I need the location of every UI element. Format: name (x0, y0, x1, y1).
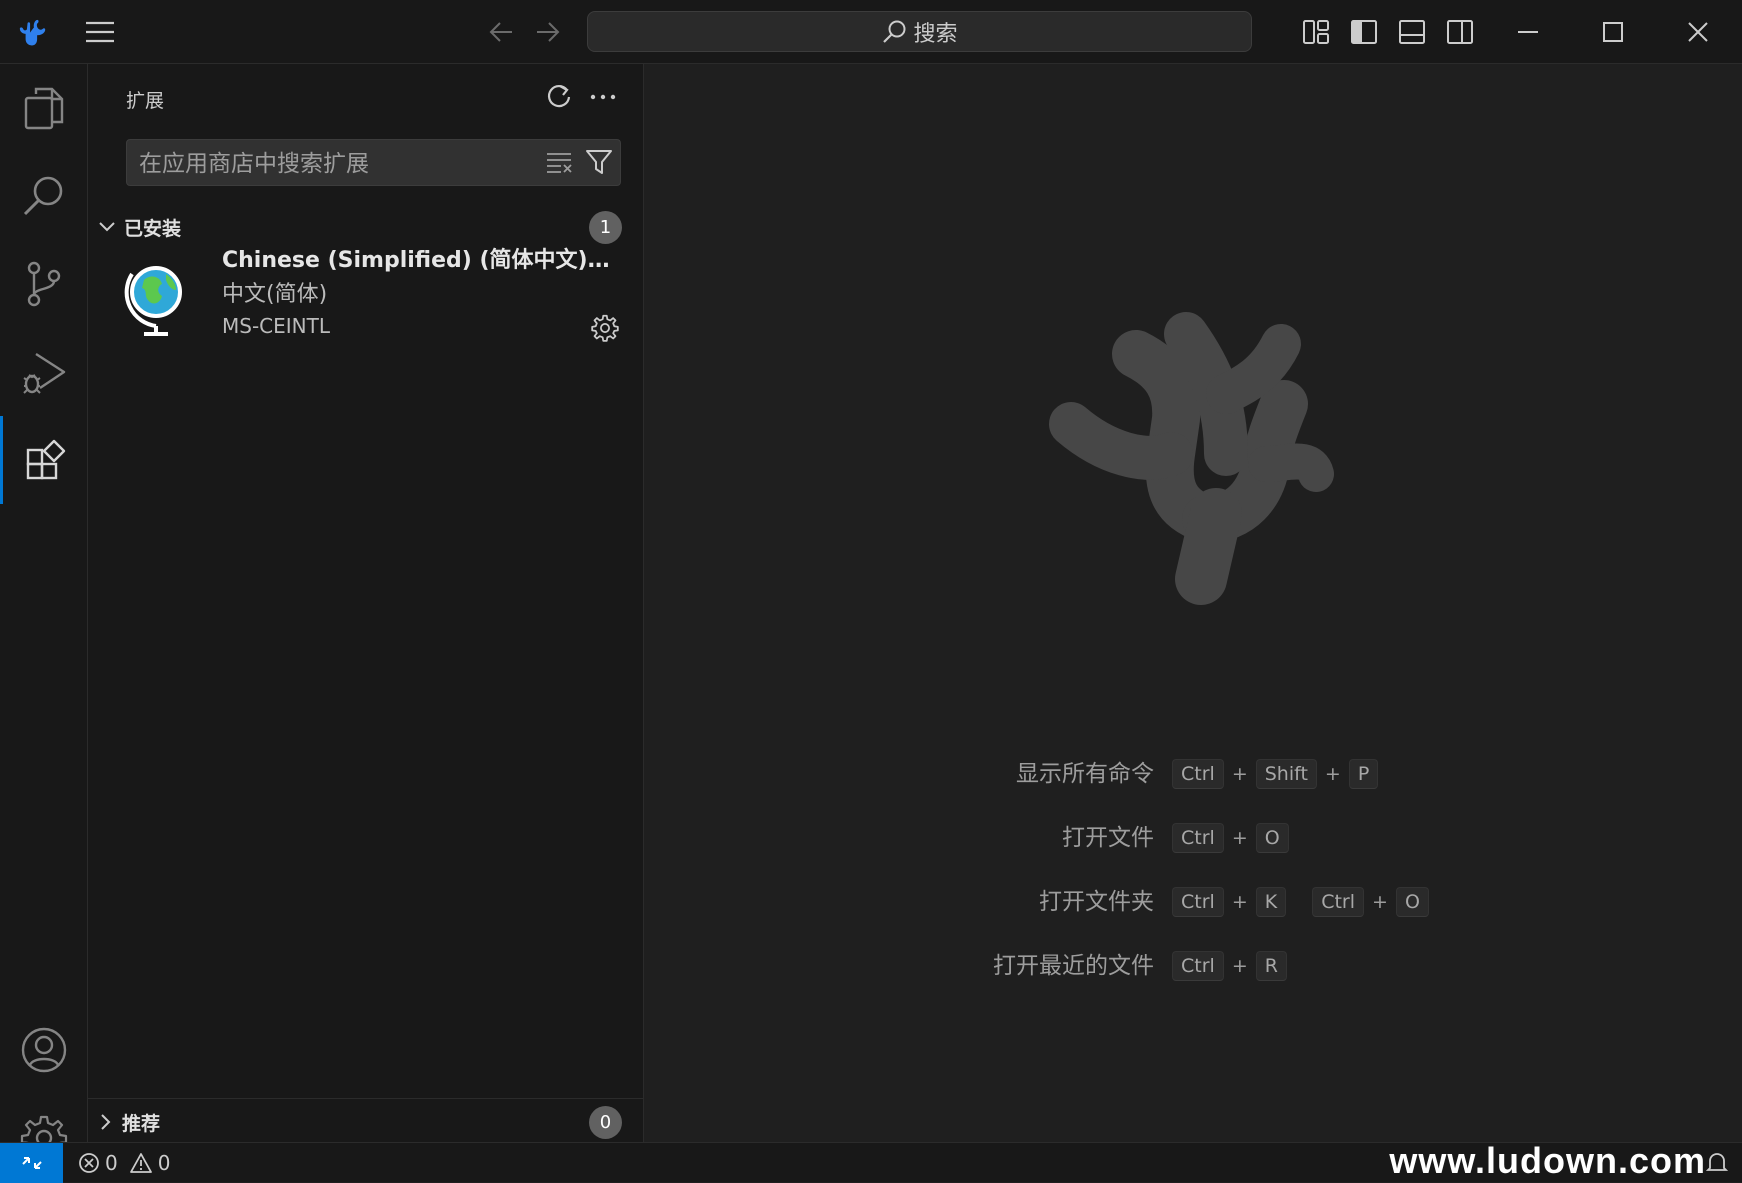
run-debug-icon[interactable] (0, 328, 88, 416)
customize-layout-icon[interactable] (1296, 14, 1336, 50)
explorer-icon[interactable] (0, 64, 88, 152)
shortcut-row-open-file: 打开文件 Ctrl + O (644, 820, 1742, 856)
key: O (1255, 823, 1289, 853)
recommended-section-label: 推荐 (122, 1112, 161, 1135)
installed-section-label: 已安装 (124, 217, 182, 240)
extensions-sidebar: 扩展 已安装 1 Chinese (Simpl (88, 64, 644, 1142)
plus-sign: + (1231, 891, 1248, 913)
sidebar-title: 扩展 (126, 90, 165, 112)
shortcut-keys: Ctrl + Shift + P (1172, 756, 1379, 792)
extension-search-box (126, 139, 621, 187)
shortcut-keys: Ctrl + R (1172, 948, 1287, 984)
recommended-section-header[interactable]: 推荐 0 (88, 1102, 644, 1142)
key: Ctrl (1172, 887, 1224, 917)
shortcut-keys: Ctrl + O (1172, 820, 1289, 856)
shortcut-row-show-all-commands: 显示所有命令 Ctrl + Shift + P (644, 756, 1742, 792)
extensions-icon[interactable] (0, 416, 88, 504)
toggle-panel-icon[interactable] (1392, 14, 1432, 50)
plus-sign: + (1231, 827, 1248, 849)
extension-name: Chinese (Simplified) (简体中文) Language Pac… (222, 248, 617, 273)
close-icon[interactable] (1675, 14, 1721, 50)
key: Ctrl (1172, 759, 1224, 789)
plus-sign: + (1372, 891, 1388, 913)
globe-icon (122, 260, 188, 340)
toggle-primary-sidebar-icon[interactable] (1344, 14, 1384, 50)
clear-filter-icon[interactable] (545, 150, 575, 174)
key: P (1348, 759, 1379, 789)
remote-indicator[interactable] (0, 1143, 63, 1183)
vscodium-logo-icon (1026, 294, 1356, 624)
extension-description: 中文(简体) (222, 282, 328, 307)
extension-settings-gear-icon[interactable] (591, 314, 619, 342)
filter-icon[interactable] (585, 148, 613, 176)
toggle-secondary-sidebar-icon[interactable] (1440, 14, 1480, 50)
back-arrow-icon[interactable] (483, 14, 519, 50)
forward-arrow-icon[interactable] (530, 14, 566, 50)
shortcut-label: 显示所有命令 (1016, 761, 1154, 787)
search-icon (881, 19, 907, 45)
key: Shift (1255, 759, 1317, 789)
recommended-count-badge: 0 (589, 1105, 622, 1139)
key: Ctrl (1172, 823, 1224, 853)
extension-publisher: MS-CEINTL (222, 314, 330, 338)
shortcut-keys: Ctrl + K Ctrl + O (1172, 884, 1429, 920)
menu-icon[interactable] (80, 14, 120, 50)
editor-area: 显示所有命令 Ctrl + Shift + P 打开文件 Ctrl + O 打开… (644, 64, 1742, 1142)
maximize-icon[interactable] (1590, 14, 1636, 50)
installed-count-badge: 1 (589, 210, 622, 244)
shortcut-row-open-recent: 打开最近的文件 Ctrl + R (644, 948, 1742, 984)
minimize-icon[interactable] (1505, 14, 1551, 50)
watermark-text: www.ludown.com (1389, 1140, 1706, 1181)
shortcut-label: 打开最近的文件 (993, 953, 1154, 979)
section-divider (88, 1098, 644, 1099)
warning-count: 0 (157, 1151, 171, 1175)
search-icon[interactable] (0, 152, 88, 240)
more-actions-icon[interactable] (586, 80, 620, 114)
remote-icon (20, 1151, 44, 1175)
accounts-icon[interactable] (0, 1006, 88, 1094)
shortcut-row-open-folder: 打开文件夹 Ctrl + K Ctrl + O (644, 884, 1742, 920)
chevron-down-icon (98, 221, 116, 233)
key: K (1255, 887, 1287, 917)
refresh-icon[interactable] (542, 80, 576, 114)
error-icon (78, 1152, 100, 1174)
key: O (1395, 887, 1429, 917)
app-logo-icon (14, 14, 50, 50)
command-center-label: 搜索 (913, 21, 958, 47)
shortcut-label: 打开文件 (1062, 825, 1154, 851)
error-count: 0 (105, 1151, 118, 1175)
chevron-right-icon (100, 1113, 112, 1131)
plus-sign: + (1231, 955, 1248, 977)
installed-section-header[interactable]: 已安装 1 (88, 207, 644, 247)
problems-indicator[interactable]: 0 0 (78, 1143, 170, 1183)
key: Ctrl (1312, 887, 1365, 917)
warning-icon (129, 1152, 153, 1174)
key: Ctrl (1172, 951, 1224, 981)
shortcut-label: 打开文件夹 (1039, 889, 1154, 915)
notifications-bell-icon[interactable] (1706, 1151, 1728, 1175)
title-bar: 搜索 (0, 0, 1742, 64)
command-center-search[interactable]: 搜索 (587, 11, 1252, 52)
plus-sign: + (1231, 763, 1248, 785)
plus-sign: + (1324, 763, 1341, 785)
extension-search-input[interactable] (127, 140, 541, 187)
key: R (1255, 951, 1287, 981)
extension-list-item[interactable]: Chinese (Simplified) (简体中文) Language Pac… (88, 242, 644, 352)
source-control-icon[interactable] (0, 240, 88, 328)
activity-bar (0, 64, 88, 1162)
